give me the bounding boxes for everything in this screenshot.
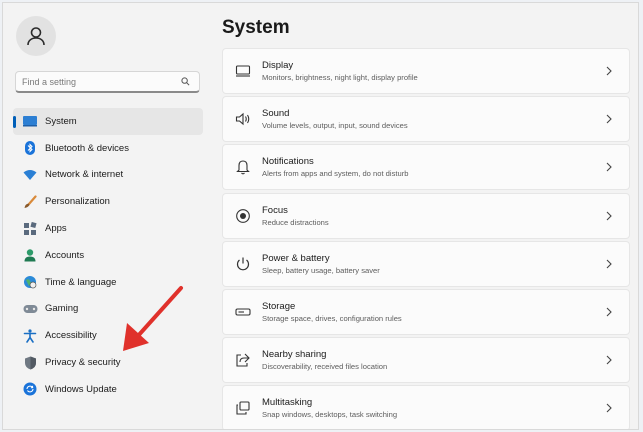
chevron-right-icon xyxy=(601,355,617,365)
card-title: Storage xyxy=(262,300,296,312)
card-storage[interactable]: Storage Storage space, drives, configurat… xyxy=(222,288,630,335)
storage-icon xyxy=(233,302,253,322)
page-title: System xyxy=(222,17,290,38)
sidebar-item-label: Personalization xyxy=(45,196,110,208)
sidebar-item-label: Apps xyxy=(45,223,67,235)
sidebar-item-label: Gaming xyxy=(45,303,79,315)
chevron-right-icon xyxy=(601,162,617,172)
chevron-right-icon xyxy=(601,66,617,76)
focus-icon xyxy=(233,206,253,226)
card-subtitle: Volume levels, output, input, sound devi… xyxy=(262,121,408,131)
card-multitasking[interactable]: Multitasking Snap windows, desktops, task… xyxy=(222,385,630,429)
sidebar-item-personalization[interactable]: Personalization xyxy=(13,188,203,215)
brush-icon xyxy=(22,194,38,210)
annotation-arrow xyxy=(123,286,183,351)
sidebar-item-label: Bluetooth & devices xyxy=(45,142,129,154)
card-sound[interactable]: Sound Volume levels, output, input, sound… xyxy=(222,96,630,143)
sidebar-item-system[interactable]: System xyxy=(13,108,203,135)
sidebar-item-bluetooth[interactable]: Bluetooth & devices xyxy=(13,135,203,162)
selection-indicator xyxy=(13,116,16,128)
system-icon xyxy=(22,113,38,129)
wifi-icon xyxy=(22,167,38,183)
shield-icon xyxy=(22,355,38,371)
accessibility-icon xyxy=(22,328,38,344)
card-subtitle: Alerts from apps and system, do not dist… xyxy=(262,169,409,179)
sidebar-item-label: Accounts xyxy=(45,249,85,261)
sidebar-item-label: Privacy & security xyxy=(45,357,121,369)
card-title: Multitasking xyxy=(262,397,313,409)
search-box[interactable] xyxy=(15,71,200,93)
sidebar-item-network[interactable]: Network & internet xyxy=(13,162,203,189)
card-subtitle: Monitors, brightness, night light, displ… xyxy=(262,73,418,82)
card-title: Nearby sharing xyxy=(262,349,327,361)
search-input[interactable] xyxy=(16,75,177,88)
card-subtitle: Reduce distractions xyxy=(262,217,329,227)
bluetooth-icon xyxy=(22,140,38,156)
card-nearby-sharing[interactable]: Nearby sharing Discoverability, received … xyxy=(222,337,630,384)
chevron-right-icon xyxy=(601,403,617,413)
speaker-icon xyxy=(233,109,253,129)
sidebar-item-label: Time & language xyxy=(45,276,117,288)
card-power-battery[interactable]: Power & battery Sleep, battery usage, bat… xyxy=(222,240,630,287)
bell-icon xyxy=(233,157,253,177)
card-subtitle: Storage space, drives, configuration rul… xyxy=(262,313,402,323)
card-display[interactable]: Display Monitors, brightness, night light… xyxy=(222,48,630,94)
card-subtitle: Discoverability, received files location xyxy=(262,362,388,372)
user-avatar[interactable] xyxy=(16,16,56,56)
settings-window: System Bluetooth & devices Network & int… xyxy=(2,2,639,430)
sidebar-item-label: Network & internet xyxy=(45,169,124,181)
sidebar-item-windows-update[interactable]: Windows Update xyxy=(13,376,203,403)
sidebar-item-label: Windows Update xyxy=(45,383,117,395)
power-icon xyxy=(233,254,253,274)
globe-clock-icon xyxy=(22,274,38,290)
card-title: Sound xyxy=(262,108,290,120)
card-notifications[interactable]: Notifications Alerts from apps and system… xyxy=(222,144,630,191)
gamepad-icon xyxy=(22,301,38,317)
card-title: Power & battery xyxy=(262,252,330,264)
sidebar-item-apps[interactable]: Apps xyxy=(13,215,203,242)
chevron-right-icon xyxy=(601,307,617,317)
chevron-right-icon xyxy=(601,211,617,221)
settings-list: Display Monitors, brightness, night light… xyxy=(222,48,630,429)
sidebar-nav: System Bluetooth & devices Network & int… xyxy=(13,108,203,403)
multitasking-icon xyxy=(233,398,253,418)
chevron-right-icon xyxy=(601,114,617,124)
chevron-right-icon xyxy=(601,259,617,269)
sidebar-item-accounts[interactable]: Accounts xyxy=(13,242,203,269)
update-icon xyxy=(22,381,38,397)
card-subtitle: Snap windows, desktops, task switching xyxy=(262,410,398,420)
monitor-icon xyxy=(233,61,253,81)
sidebar-item-label: Accessibility xyxy=(45,330,97,342)
apps-icon xyxy=(22,221,38,237)
card-title: Focus xyxy=(262,204,288,216)
user-icon xyxy=(27,27,45,46)
card-title: Notifications xyxy=(262,156,314,168)
card-title: Display xyxy=(262,60,294,71)
accounts-icon xyxy=(22,247,38,263)
card-subtitle: Sleep, battery usage, battery saver xyxy=(262,265,380,275)
card-focus[interactable]: Focus Reduce distractions xyxy=(222,192,630,239)
share-icon xyxy=(233,350,253,370)
sidebar-item-label: System xyxy=(45,115,77,127)
search-icon[interactable] xyxy=(177,77,193,86)
